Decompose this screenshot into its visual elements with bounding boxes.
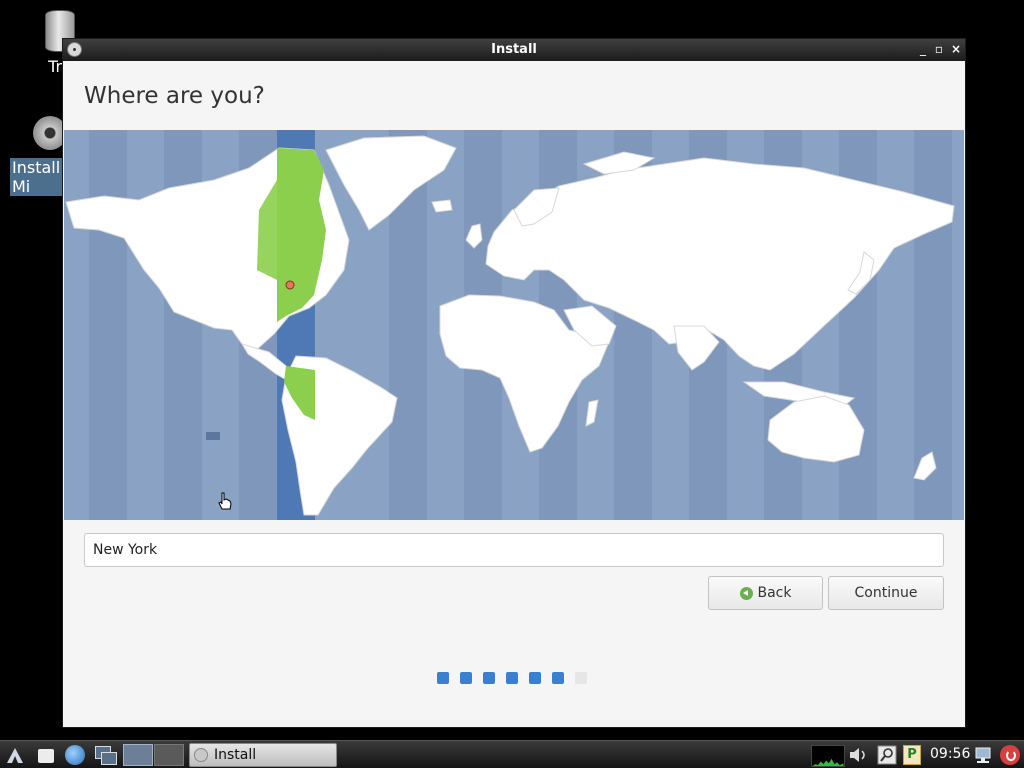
power-icon[interactable]: [1000, 745, 1020, 765]
browser-icon[interactable]: [65, 745, 85, 765]
page-title: Where are you?: [84, 83, 265, 109]
file-manager-icon[interactable]: [38, 749, 54, 763]
install-task-icon: [194, 748, 208, 762]
cpu-graph-icon[interactable]: [811, 745, 845, 767]
progress-dot: [575, 672, 587, 684]
clock[interactable]: 09:56: [930, 746, 970, 762]
back-button-label: Back: [757, 585, 792, 601]
window-titlebar[interactable]: Install _ ▫ ×: [63, 39, 965, 61]
progress-dot: [506, 672, 518, 684]
desktop-pager-2[interactable]: [154, 744, 184, 766]
back-arrow-icon: [739, 586, 753, 600]
location-input[interactable]: [84, 533, 944, 567]
island-marker: [206, 432, 220, 440]
progress-dot: [483, 672, 495, 684]
taskbar-task-install[interactable]: Install: [189, 743, 337, 767]
continue-button[interactable]: Continue: [828, 576, 944, 610]
maximize-button[interactable]: ▫: [932, 42, 946, 56]
desktop-pager-1[interactable]: [123, 744, 153, 766]
progress-dot: [437, 672, 449, 684]
minimize-button[interactable]: _: [916, 42, 930, 56]
iceland: [431, 199, 453, 213]
progress-dot: [529, 672, 541, 684]
taskbar-task-label: Install: [214, 747, 257, 763]
step-progress: [437, 672, 587, 684]
search-icon[interactable]: [877, 745, 897, 765]
menu-launcher-icon[interactable]: [5, 745, 25, 765]
continue-button-label: Continue: [854, 585, 918, 601]
back-button[interactable]: Back: [708, 576, 823, 610]
show-windows-icon[interactable]: [95, 745, 117, 765]
progress-dot: [460, 672, 472, 684]
volume-icon[interactable]: [848, 745, 868, 765]
pidgin-icon[interactable]: P: [903, 745, 921, 765]
madagascar: [585, 399, 599, 427]
world-map: [65, 130, 955, 520]
close-button[interactable]: ×: [949, 42, 963, 56]
window-title: Install: [491, 42, 537, 57]
city-marker-new-york[interactable]: [285, 280, 295, 290]
progress-dot: [552, 672, 564, 684]
desktop: Tra Install Mi Install _ ▫ × Where are y…: [0, 0, 1024, 768]
install-window: Install _ ▫ × Where are you? New York Ba…: [62, 38, 966, 728]
network-icon[interactable]: [973, 745, 993, 765]
taskbar: Install P 09:56: [0, 740, 1024, 768]
hand-cursor-icon: [218, 492, 232, 510]
timezone-map[interactable]: [64, 130, 964, 520]
